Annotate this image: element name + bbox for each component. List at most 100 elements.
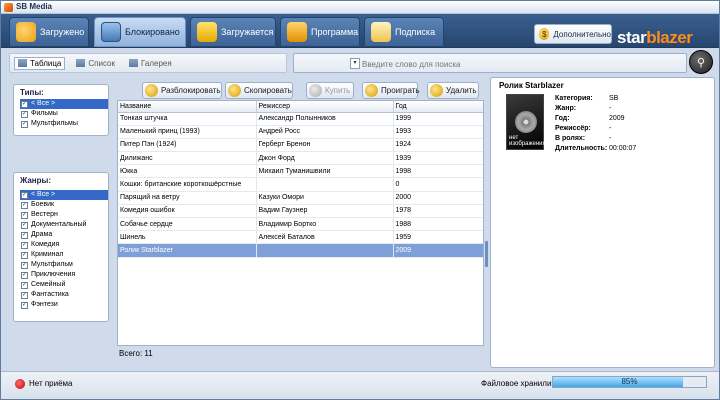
- storage-progress: 85%: [552, 376, 707, 388]
- checkbox[interactable]: ✓: [21, 251, 28, 259]
- cell-year: 1924: [393, 138, 483, 153]
- table-row[interactable]: Кошки: британские короткошёрстные 0: [118, 177, 483, 192]
- copy-button[interactable]: Скопировать: [225, 82, 293, 99]
- info-row: Год: 2009: [555, 115, 625, 122]
- cell-director: Михаил Туманишвили: [256, 164, 394, 179]
- delete-button[interactable]: Удалить: [427, 82, 479, 99]
- genre-item[interactable]: ✓ < Все >: [20, 190, 108, 200]
- table-row[interactable]: Маленький принц (1993) Андрей Росс 1993: [118, 125, 483, 139]
- checkbox[interactable]: ✓: [21, 231, 28, 239]
- checkbox[interactable]: ✓: [21, 241, 28, 249]
- action-toolbar: Разблокировать Скопировать Купить Проигр…: [117, 82, 483, 100]
- checkbox[interactable]: ✓: [21, 301, 28, 309]
- tab-downloaded[interactable]: Загружено: [9, 17, 89, 47]
- checkbox[interactable]: ✓: [21, 211, 28, 219]
- tab-loading[interactable]: Загружается: [190, 17, 276, 47]
- view-toolbar: Таблица Список Галерея: [9, 53, 287, 73]
- checkbox[interactable]: ✓: [21, 281, 28, 289]
- checkbox[interactable]: ✓: [21, 191, 28, 199]
- type-item-films[interactable]: ✓ Фильмы: [20, 109, 108, 119]
- buy-icon: [309, 84, 322, 97]
- search-dropdown[interactable]: ▾: [350, 58, 360, 69]
- checkbox[interactable]: ✓: [21, 271, 28, 279]
- types-list: ✓ < Все > ✓ Фильмы ✓ Мультфильмы: [20, 99, 108, 129]
- cell-year: 1988: [393, 217, 483, 232]
- table-row[interactable]: Парящий на ветру Казуки Омори 2000: [118, 191, 483, 205]
- tab-label: Загружено: [40, 27, 85, 37]
- cell-title: Кошки: британские короткошёрстные: [118, 177, 257, 192]
- checkbox[interactable]: ✓: [21, 261, 28, 269]
- checkbox[interactable]: ✓: [21, 100, 28, 108]
- column-header-year[interactable]: Год: [393, 101, 483, 113]
- genre-item[interactable]: ✓ Фэнтези: [20, 300, 108, 310]
- cell-title: Питер Пэн (1924): [118, 138, 257, 153]
- types-panel: Типы: ✓ < Все > ✓ Фильмы ✓ Мультфильмы: [13, 84, 109, 136]
- coin-icon: $: [539, 28, 550, 40]
- downloaded-icon: [16, 22, 36, 42]
- cell-director: Герберт Бренон: [256, 138, 394, 153]
- column-header-title[interactable]: Название: [118, 101, 257, 113]
- app-window: SB Media Загружено Блокировано Загружает…: [0, 0, 720, 400]
- table-row[interactable]: Дилижанс Джон Форд 1939: [118, 151, 483, 166]
- tab-subscribe[interactable]: Подписка: [364, 17, 444, 47]
- genre-item[interactable]: ✓ Боевик: [20, 200, 108, 210]
- info-row: Длительность: 00:00:07: [555, 145, 637, 152]
- checkbox[interactable]: ✓: [21, 291, 28, 299]
- cell-year: 2000: [393, 191, 483, 205]
- genre-item[interactable]: ✓ Комедия: [20, 240, 108, 250]
- table-row[interactable]: Собачье сердце Владимир Бортко 1988: [118, 217, 483, 232]
- tab-blocked[interactable]: Блокировано: [94, 17, 186, 47]
- checkbox[interactable]: ✓: [21, 120, 28, 128]
- cell-director: Джон Форд: [256, 151, 394, 166]
- type-item-cartoons[interactable]: ✓ Мультфильмы: [20, 119, 108, 129]
- genre-item[interactable]: ✓ Криминал: [20, 250, 108, 260]
- delete-icon: [430, 84, 443, 97]
- view-gallery-button[interactable]: Галерея: [126, 58, 175, 69]
- table-row-selected[interactable]: Ролик Starblazer 2009: [118, 243, 483, 258]
- table-row[interactable]: Юкка Михаил Туманишвили 1998: [118, 164, 483, 179]
- info-title: Ролик Starblazer: [499, 81, 564, 90]
- search-input[interactable]: [362, 58, 682, 70]
- genre-item[interactable]: ✓ Фантастика: [20, 290, 108, 300]
- play-icon: [365, 84, 378, 97]
- cell-director: [256, 243, 394, 258]
- search-button[interactable]: ⚲: [689, 50, 713, 74]
- column-header-director[interactable]: Режиссер: [256, 101, 394, 113]
- window-title: SB Media: [16, 2, 53, 11]
- copy-icon: [228, 84, 241, 97]
- info-row: Режиссёр: -: [555, 125, 612, 132]
- genre-item[interactable]: ✓ Мультфильм: [20, 260, 108, 270]
- genres-panel: Жанры: ✓ < Все > ✓ Боевик ✓ Вестерн ✓ Докуме…: [13, 172, 109, 322]
- genre-item[interactable]: ✓ Семейный: [20, 280, 108, 290]
- starblazer-logo: starblazer: [617, 28, 693, 47]
- view-table-button[interactable]: Таблица: [14, 56, 66, 70]
- cell-director: Александр Полынников: [256, 112, 394, 126]
- total-count: Всего: 11: [119, 349, 153, 358]
- play-button[interactable]: Проиграть: [362, 82, 420, 99]
- genre-item[interactable]: ✓ Приключения: [20, 270, 108, 280]
- type-item-all[interactable]: ✓ < Все >: [20, 99, 108, 109]
- unblock-button[interactable]: Разблокировать: [142, 82, 222, 99]
- checkbox[interactable]: ✓: [21, 221, 28, 229]
- buy-button[interactable]: Купить: [306, 82, 354, 99]
- cell-director: Андрей Росс: [256, 125, 394, 139]
- table-row[interactable]: Тонкая штучка Александр Полынников 1999: [118, 112, 483, 126]
- cell-year: 1998: [393, 164, 483, 179]
- tab-label: Блокировано: [125, 27, 180, 37]
- table-row[interactable]: Питер Пэн (1924) Герберт Бренон 1924: [118, 138, 483, 153]
- panel-splitter[interactable]: [485, 241, 488, 267]
- extra-button[interactable]: $ Дополнительно: [534, 24, 612, 44]
- loading-icon: [197, 22, 217, 42]
- cell-year: 1993: [393, 125, 483, 139]
- genre-item[interactable]: ✓ Документальный: [20, 220, 108, 230]
- tab-program[interactable]: Программа: [280, 17, 360, 47]
- checkbox[interactable]: ✓: [21, 201, 28, 209]
- table-row[interactable]: Комедия ошибок Вадим Гаузнер 1978: [118, 204, 483, 219]
- checkbox[interactable]: ✓: [21, 110, 28, 118]
- cell-title: Дилижанс: [118, 151, 257, 166]
- connection-status: Нет приёма: [29, 379, 73, 388]
- view-list-button[interactable]: Список: [73, 58, 118, 69]
- table-row[interactable]: Шинель Алексей Баталов 1959: [118, 230, 483, 245]
- genre-item[interactable]: ✓ Вестерн: [20, 210, 108, 220]
- genre-item[interactable]: ✓ Драма: [20, 230, 108, 240]
